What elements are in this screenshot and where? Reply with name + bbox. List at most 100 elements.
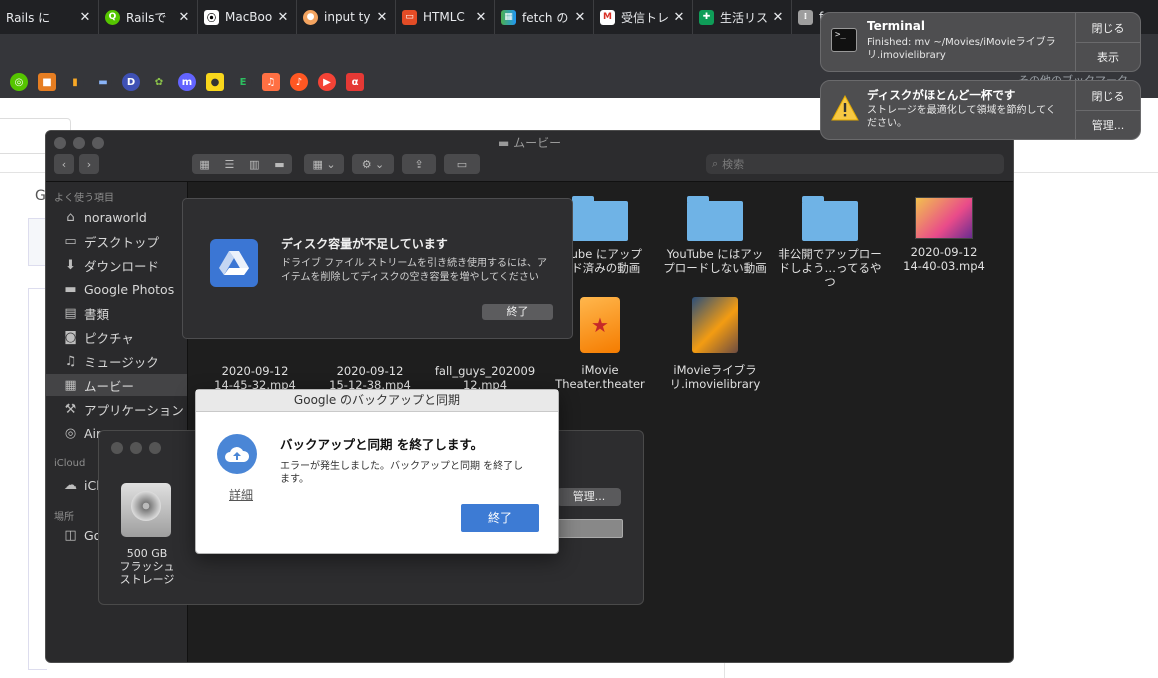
sidebar-item-downloads[interactable]: ⬇ ダウンロード [46, 254, 187, 276]
file-item[interactable]: 2020-09-12 14-45-32.mp4 [200, 364, 310, 392]
sidebar-item-label: ダウンロード [84, 258, 160, 274]
close-tab-icon[interactable]: ✕ [276, 10, 290, 25]
browser-tab[interactable]: ▭ HTMLC ✕ [396, 0, 495, 34]
close-window-button[interactable] [111, 442, 123, 454]
bookmark-icon[interactable]: E [234, 73, 252, 91]
applications-icon: ⚒ [64, 401, 77, 417]
browser-tab[interactable]: Rails に ✕ [0, 0, 99, 34]
minimize-window-button[interactable] [73, 137, 85, 149]
close-tab-icon[interactable]: ✕ [78, 10, 92, 25]
terminal-notification[interactable]: >_ Terminal Finished: mv ~/Movies/iMovie… [820, 12, 1141, 72]
browser-tab[interactable]: ✚ 生活リス ✕ [693, 0, 792, 34]
sidebar-item-desktop[interactable]: ▭ デスクトップ [46, 230, 187, 252]
download-icon: ⬇ [65, 257, 76, 273]
close-button[interactable]: 閉じる [1075, 81, 1140, 111]
google-drive-icon [210, 239, 258, 287]
quit-button[interactable]: 終了 [461, 504, 539, 532]
bookmark-icon[interactable]: ✿ [150, 73, 168, 91]
show-button[interactable]: 表示 [1075, 42, 1140, 71]
quit-button[interactable]: 終了 [482, 304, 553, 320]
theater-icon: ★ [580, 297, 620, 353]
sidebar-item-applications[interactable]: ⚒ アプリケーション [46, 398, 187, 420]
web-icon: ● [303, 9, 318, 25]
dialog-message: エラーが発生しました。バックアップと同期 を終了します。 [280, 461, 524, 485]
dialog-message: ドライブ ファイル ストリームを引き続き使用するには、アイテムを削除してディスク… [281, 258, 548, 283]
file-item[interactable]: 2020-09-12 15-12-38.mp4 [315, 364, 425, 392]
close-tab-icon[interactable]: ✕ [771, 10, 785, 25]
file-item[interactable]: iMovieライブラ リ.imovielibrary [660, 297, 770, 391]
sidebar-item-home[interactable]: ⌂ noraworld [46, 206, 187, 228]
finder-title: ▬ ムービー [498, 134, 561, 151]
browser-tab[interactable]: ▦ fetch の ✕ [495, 0, 594, 34]
file-name: YouTube にはアッ [666, 247, 764, 261]
bookmark-icon[interactable]: ▬ [94, 73, 112, 91]
close-tab-icon[interactable]: ✕ [573, 10, 587, 25]
browser-tab[interactable]: Q Railsで ✕ [99, 0, 198, 34]
manage-button[interactable]: 管理... [557, 488, 621, 506]
file-name: リ.imovielibrary [669, 377, 761, 391]
sidebar-header-icloud: iCloud [54, 458, 86, 469]
browser-tab[interactable]: ● input ty ✕ [297, 0, 396, 34]
sidebar-header-locations: 場所 [54, 512, 74, 523]
close-tab-icon[interactable]: ✕ [474, 10, 488, 25]
bookmark-icon[interactable]: ♪ [290, 73, 308, 91]
movies-icon: ▦ [64, 377, 77, 393]
bookmark-icon[interactable]: ▶ [318, 73, 336, 91]
file-name: iMovieライブラ [673, 363, 757, 377]
tab-label: 生活リス [720, 10, 769, 25]
close-tab-icon[interactable]: ✕ [672, 10, 686, 25]
close-tab-icon[interactable]: ✕ [375, 10, 389, 25]
file-item[interactable]: 2020-09-12 14-40-03.mp4 [889, 197, 999, 273]
minimize-window-button[interactable] [130, 442, 142, 454]
bookmark-icon[interactable]: ◎ [10, 73, 28, 91]
column-view-icon[interactable]: ▥ [249, 158, 259, 171]
back-button[interactable]: ‹ [54, 154, 74, 174]
warning-icon [831, 94, 859, 121]
sidebar-item-music[interactable]: ♫ ミュージック [46, 350, 187, 372]
sidebar-item-movies[interactable]: ▦ ムービー [46, 374, 187, 396]
bookmark-icon[interactable]: m [178, 73, 196, 91]
bookmark-icon[interactable]: α [346, 73, 364, 91]
view-mode-segment[interactable]: ▦ ☰ ▥ ▬ [192, 154, 292, 174]
bookmark-icon[interactable]: ■ [38, 73, 56, 91]
search-icon: ⌕ [712, 157, 719, 170]
browser-tab[interactable]: M 受信トレ ✕ [594, 0, 693, 34]
search-field[interactable]: ⌕ 検索 [706, 154, 1004, 174]
zoom-window-button[interactable] [149, 442, 161, 454]
sidebar-item-pictures[interactable]: ◙ ピクチャ [46, 326, 187, 348]
manage-button[interactable]: 管理... [1075, 110, 1140, 139]
drive-icon: ◫ [64, 527, 77, 543]
share-button[interactable]: ⇪ [402, 154, 436, 174]
notification-body: Finished: mv ~/Movies/iMovieライブラリ.imovie… [867, 37, 1056, 61]
gmail-icon: M [600, 9, 615, 25]
close-tab-icon[interactable]: ✕ [177, 10, 191, 25]
sidebar-item-google-photos[interactable]: ▬ Google Photos [46, 278, 187, 300]
sidebar-item-label: ミュージック [84, 354, 159, 370]
music-icon: ♫ [64, 353, 77, 369]
bookmark-icon[interactable]: D [122, 73, 140, 91]
sidebar-item-label: デスクトップ [84, 234, 160, 250]
details-link[interactable]: 詳細 [229, 486, 253, 503]
file-name: iMovie [581, 363, 619, 377]
tag-button[interactable]: ▭ [444, 154, 480, 174]
group-button[interactable]: ▦ ⌄ [304, 154, 344, 174]
file-item[interactable]: YouTube にはアッ プロードしない動画 [660, 196, 770, 275]
file-item[interactable]: fall_guys_202009 12.mp4 [430, 364, 540, 392]
action-gear-button[interactable]: ⚙ ⌄ [352, 154, 394, 174]
close-window-button[interactable] [54, 137, 66, 149]
file-item[interactable]: 非公開でアップロー ドしよう…ってるやつ [775, 196, 885, 289]
icon-view-icon[interactable]: ▦ [199, 158, 209, 171]
bookmark-icon[interactable]: ♫ [262, 73, 280, 91]
browser-tab[interactable]: ⦿ MacBoo ✕ [198, 0, 297, 34]
bookmark-icon[interactable]: ● [206, 73, 224, 91]
sidebar-item-documents[interactable]: ▤ 書類 [46, 302, 187, 324]
close-button[interactable]: 閉じる [1075, 13, 1140, 43]
zoom-window-button[interactable] [92, 137, 104, 149]
sheet-icon: ▦ [501, 9, 516, 25]
forward-button[interactable]: › [79, 154, 99, 174]
finder-title-text: ムービー [513, 136, 562, 150]
disk-full-notification[interactable]: ディスクがほとんど一杯です ストレージを最適化して領域を節約してください。 閉じ… [820, 80, 1141, 140]
bookmark-icon[interactable]: ▮ [66, 73, 84, 91]
list-view-icon[interactable]: ☰ [224, 158, 234, 171]
gallery-view-icon[interactable]: ▬ [274, 158, 284, 171]
